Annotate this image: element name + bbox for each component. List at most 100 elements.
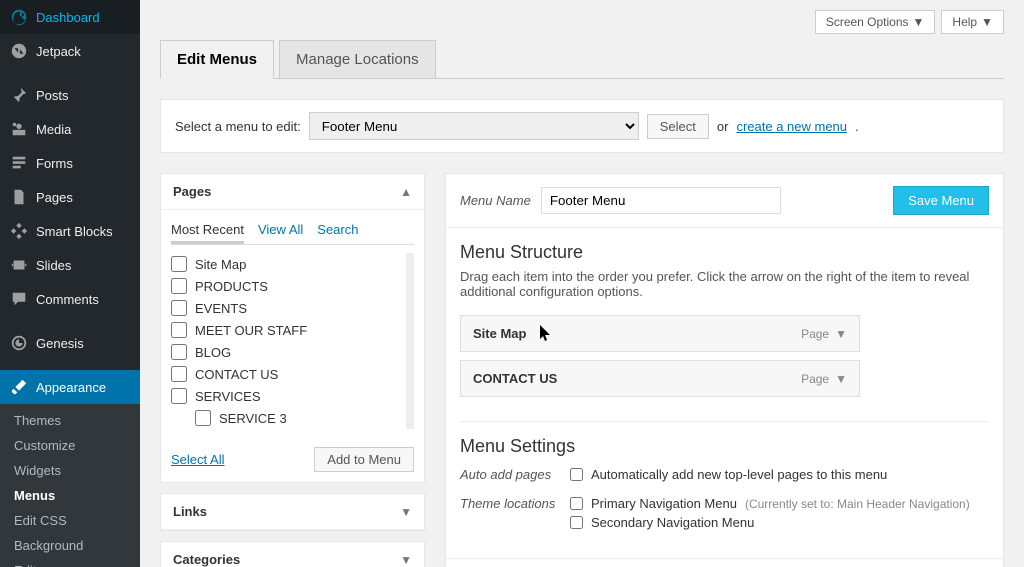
brush-icon xyxy=(10,378,28,396)
menu-name-label: Menu Name xyxy=(460,193,531,208)
submenu-widgets[interactable]: Widgets xyxy=(0,458,140,483)
sidebar-label: Media xyxy=(36,122,71,137)
chevron-down-icon: ▼ xyxy=(400,505,412,519)
sidebar-label: Comments xyxy=(36,292,99,307)
categories-title: Categories xyxy=(173,552,240,567)
page-checkbox-item[interactable]: CONTACT US xyxy=(171,363,402,385)
page-label: PRODUCTS xyxy=(195,279,268,294)
genesis-icon xyxy=(10,334,28,352)
chevron-down-icon: ▼ xyxy=(835,372,847,386)
or-text: or xyxy=(717,119,729,134)
checkbox[interactable] xyxy=(171,344,187,360)
checkbox[interactable] xyxy=(171,300,187,316)
menu-item[interactable]: Site Map Page ▼ xyxy=(460,315,860,352)
tab-manage-locations[interactable]: Manage Locations xyxy=(279,40,436,79)
help-label: Help xyxy=(952,15,977,29)
sidebar-item-genesis[interactable]: Genesis xyxy=(0,326,140,360)
auto-add-checkbox-row[interactable]: Automatically add new top-level pages to… xyxy=(570,467,887,482)
select-all-link[interactable]: Select All xyxy=(171,452,224,467)
admin-sidebar: Dashboard Jetpack Posts Media Forms xyxy=(0,0,140,567)
forms-icon xyxy=(10,154,28,172)
cursor-icon xyxy=(539,325,553,343)
submenu-editcss[interactable]: Edit CSS xyxy=(0,508,140,533)
menu-select[interactable]: Footer Menu xyxy=(309,112,639,140)
sidebar-label: Forms xyxy=(36,156,73,171)
sidebar-item-media[interactable]: Media xyxy=(0,112,140,146)
sidebar-item-comments[interactable]: Comments xyxy=(0,282,140,316)
page-checkbox-item[interactable]: PRODUCTS xyxy=(171,275,402,297)
menu-edit-column: Menu Name Save Menu Menu Structure Drag … xyxy=(445,173,1004,567)
sidebar-item-pages[interactable]: Pages xyxy=(0,180,140,214)
sidebar-item-smartblocks[interactable]: Smart Blocks xyxy=(0,214,140,248)
loc-primary-row[interactable]: Primary Navigation Menu (Currently set t… xyxy=(570,496,970,511)
sidebar-label: Pages xyxy=(36,190,73,205)
pages-title: Pages xyxy=(173,184,211,199)
tab-view-all[interactable]: View All xyxy=(258,218,303,244)
submenu-background[interactable]: Background xyxy=(0,533,140,558)
links-metabox-header[interactable]: Links ▼ xyxy=(161,494,424,530)
add-to-menu-button[interactable]: Add to Menu xyxy=(314,447,414,472)
menu-name-input[interactable] xyxy=(541,187,781,214)
page-checkbox-item[interactable]: EVENTS xyxy=(171,297,402,319)
menu-settings-title: Menu Settings xyxy=(460,436,989,457)
tab-most-recent[interactable]: Most Recent xyxy=(171,218,244,244)
sidebar-label: Smart Blocks xyxy=(36,224,113,239)
create-menu-link[interactable]: create a new menu xyxy=(736,119,847,134)
checkbox[interactable] xyxy=(171,388,187,404)
checkbox[interactable] xyxy=(570,497,583,510)
jetpack-icon xyxy=(10,42,28,60)
pages-metabox-header[interactable]: Pages ▲ xyxy=(161,174,424,210)
sidebar-item-appearance[interactable]: Appearance xyxy=(0,370,140,404)
page-label: Site Map xyxy=(195,257,246,272)
page-list[interactable]: Site Map PRODUCTS EVENTS MEET OUR STAFF … xyxy=(171,253,414,429)
sidebar-item-dashboard[interactable]: Dashboard xyxy=(0,0,140,34)
tab-search[interactable]: Search xyxy=(317,218,358,244)
page-label: EVENTS xyxy=(195,301,247,316)
sidebar-item-forms[interactable]: Forms xyxy=(0,146,140,180)
page-label: SERVICE 3 xyxy=(219,411,287,426)
page-checkbox-item[interactable]: Site Map xyxy=(171,253,402,275)
auto-cb-label: Automatically add new top-level pages to… xyxy=(591,467,887,482)
links-title: Links xyxy=(173,504,207,519)
submenu-themes[interactable]: Themes xyxy=(0,408,140,433)
categories-metabox-header[interactable]: Categories ▼ xyxy=(161,542,424,567)
checkbox[interactable] xyxy=(195,410,211,426)
chevron-down-icon: ▼ xyxy=(400,553,412,567)
period: . xyxy=(855,119,859,134)
loc-secondary-row[interactable]: Secondary Navigation Menu xyxy=(570,515,970,530)
submenu-menus[interactable]: Menus xyxy=(0,483,140,508)
submenu-editor[interactable]: Editor xyxy=(0,558,140,567)
checkbox[interactable] xyxy=(171,366,187,382)
help-button[interactable]: Help ▼ xyxy=(941,10,1004,34)
loc-primary-note: (Currently set to: Main Header Navigatio… xyxy=(745,497,970,511)
sidebar-item-posts[interactable]: Posts xyxy=(0,78,140,112)
sidebar-item-jetpack[interactable]: Jetpack xyxy=(0,34,140,68)
checkbox[interactable] xyxy=(171,256,187,272)
page-checkbox-item[interactable]: MEET OUR STAFF xyxy=(171,319,402,341)
page-checkbox-item[interactable]: BLOG xyxy=(171,341,402,363)
checkbox[interactable] xyxy=(171,322,187,338)
links-metabox: Links ▼ xyxy=(160,493,425,531)
checkbox[interactable] xyxy=(171,278,187,294)
menu-structure-desc: Drag each item into the order you prefer… xyxy=(460,269,989,299)
checkbox[interactable] xyxy=(570,516,583,529)
content-area: Screen Options ▼ Help ▼ Edit Menus Manag… xyxy=(140,0,1024,567)
menu-item-type[interactable]: Page ▼ xyxy=(801,372,847,386)
chevron-down-icon: ▼ xyxy=(835,327,847,341)
loc-primary-label: Primary Navigation Menu xyxy=(591,496,737,511)
pages-inner-tabs: Most Recent View All Search xyxy=(171,218,414,245)
page-checkbox-item[interactable]: SERVICE 3 xyxy=(195,407,402,429)
page-checkbox-item[interactable]: SERVICES xyxy=(171,385,402,407)
save-menu-button[interactable]: Save Menu xyxy=(893,186,989,215)
screen-options-button[interactable]: Screen Options ▼ xyxy=(815,10,936,34)
select-button[interactable]: Select xyxy=(647,114,709,139)
chevron-down-icon: ▼ xyxy=(981,15,993,29)
menu-item[interactable]: CONTACT US Page ▼ xyxy=(460,360,860,397)
checkbox[interactable] xyxy=(570,468,583,481)
menu-item-type[interactable]: Page ▼ xyxy=(801,327,847,341)
sidebar-item-slides[interactable]: Slides xyxy=(0,248,140,282)
blocks-icon xyxy=(10,222,28,240)
tab-edit-menus[interactable]: Edit Menus xyxy=(160,40,274,79)
submenu-customize[interactable]: Customize xyxy=(0,433,140,458)
type-label: Page xyxy=(801,327,829,341)
